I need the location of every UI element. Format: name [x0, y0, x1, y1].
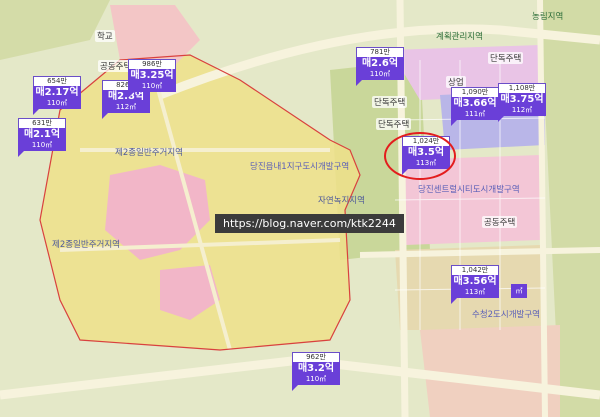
pin-area: 110㎡ [369, 70, 391, 78]
price-pin-1108[interactable]: 1,108만 매3.75억 112㎡ [498, 83, 546, 122]
pin-units: 781만 [356, 47, 404, 57]
pin-area: 112㎡ [115, 103, 137, 111]
pin-units: 962만 [292, 352, 340, 362]
pin-price: 매3.25억 [130, 70, 174, 81]
label-natural-green: 자연녹지지역 [318, 196, 365, 206]
price-pin-986[interactable]: 986만 매3.25억 110㎡ [128, 59, 176, 98]
pin-price: 매2.17억 [35, 87, 79, 98]
label-gyehoek: 계획관리지역 [436, 32, 483, 42]
label-city-dev: 당진센트럴시티도시개발구역 [418, 185, 520, 195]
pin-units: 1,042만 [451, 265, 499, 275]
pin-units: 1,090만 [451, 87, 499, 97]
pin-area: 113㎡ [464, 288, 486, 296]
price-pin-781[interactable]: 781만 매2.6억 110㎡ [356, 47, 404, 86]
price-pin-962[interactable]: 962만 매3.2억 110㎡ [292, 352, 340, 391]
pin-area: 112㎡ [511, 106, 533, 114]
pin-units: 1,108만 [498, 83, 546, 93]
pin-area: 110㎡ [31, 141, 53, 149]
highlight-circle [384, 132, 456, 180]
pin-area: 110㎡ [46, 99, 68, 107]
label-nonglim: 농림지역 [532, 12, 564, 22]
label-danbuk-house-right: 단독주택 [488, 52, 524, 64]
pin-price: 매3.2억 [297, 363, 335, 374]
label-sujeong: 수청2도시개발구역 [472, 310, 540, 320]
map-canvas[interactable]: 학교 공동주택 제2종일반주거지역 제2종일반주거지역 당진읍내1지구도시개발구… [0, 0, 600, 417]
pin-area: 110㎡ [141, 82, 163, 90]
pin-price: 매2.1억 [23, 129, 61, 140]
pin-price: 매3.75억 [500, 94, 544, 105]
label-school: 학교 [95, 30, 115, 42]
pin-area: 111㎡ [464, 110, 486, 118]
label-zone-2-upper: 제2종일반주거지역 [115, 148, 183, 158]
pin-area: 110㎡ [305, 375, 327, 383]
price-pin-1042[interactable]: 1,042만 매3.56억 113㎡ [451, 265, 499, 304]
pin-units: 654만 [33, 76, 81, 86]
watermark: https://blog.naver.com/ktk2244 [215, 214, 404, 233]
label-zone-2-lower: 제2종일반주거지역 [52, 240, 120, 250]
pin-units: 986만 [128, 59, 176, 69]
pin-price: 매3.66억 [453, 98, 497, 109]
label-danbuk-house-mid: 단독주택 [376, 118, 412, 130]
pin-units: 631만 [18, 118, 66, 128]
price-pin-mini[interactable]: ㎡ [511, 284, 527, 298]
label-dev-district: 당진읍내1지구도시개발구역 [250, 162, 350, 172]
price-pin-654[interactable]: 654만 매2.17억 110㎡ [33, 76, 81, 115]
label-danbuk-house: 단독주택 [372, 96, 408, 108]
price-pin-631[interactable]: 631만 매2.1억 110㎡ [18, 118, 66, 157]
pin-price: 매2.6억 [361, 58, 399, 69]
price-pin-1090[interactable]: 1,090만 매3.66억 111㎡ [451, 87, 499, 126]
label-apt-right: 공동주택 [482, 216, 518, 228]
pin-price: 매3.56억 [453, 276, 497, 287]
